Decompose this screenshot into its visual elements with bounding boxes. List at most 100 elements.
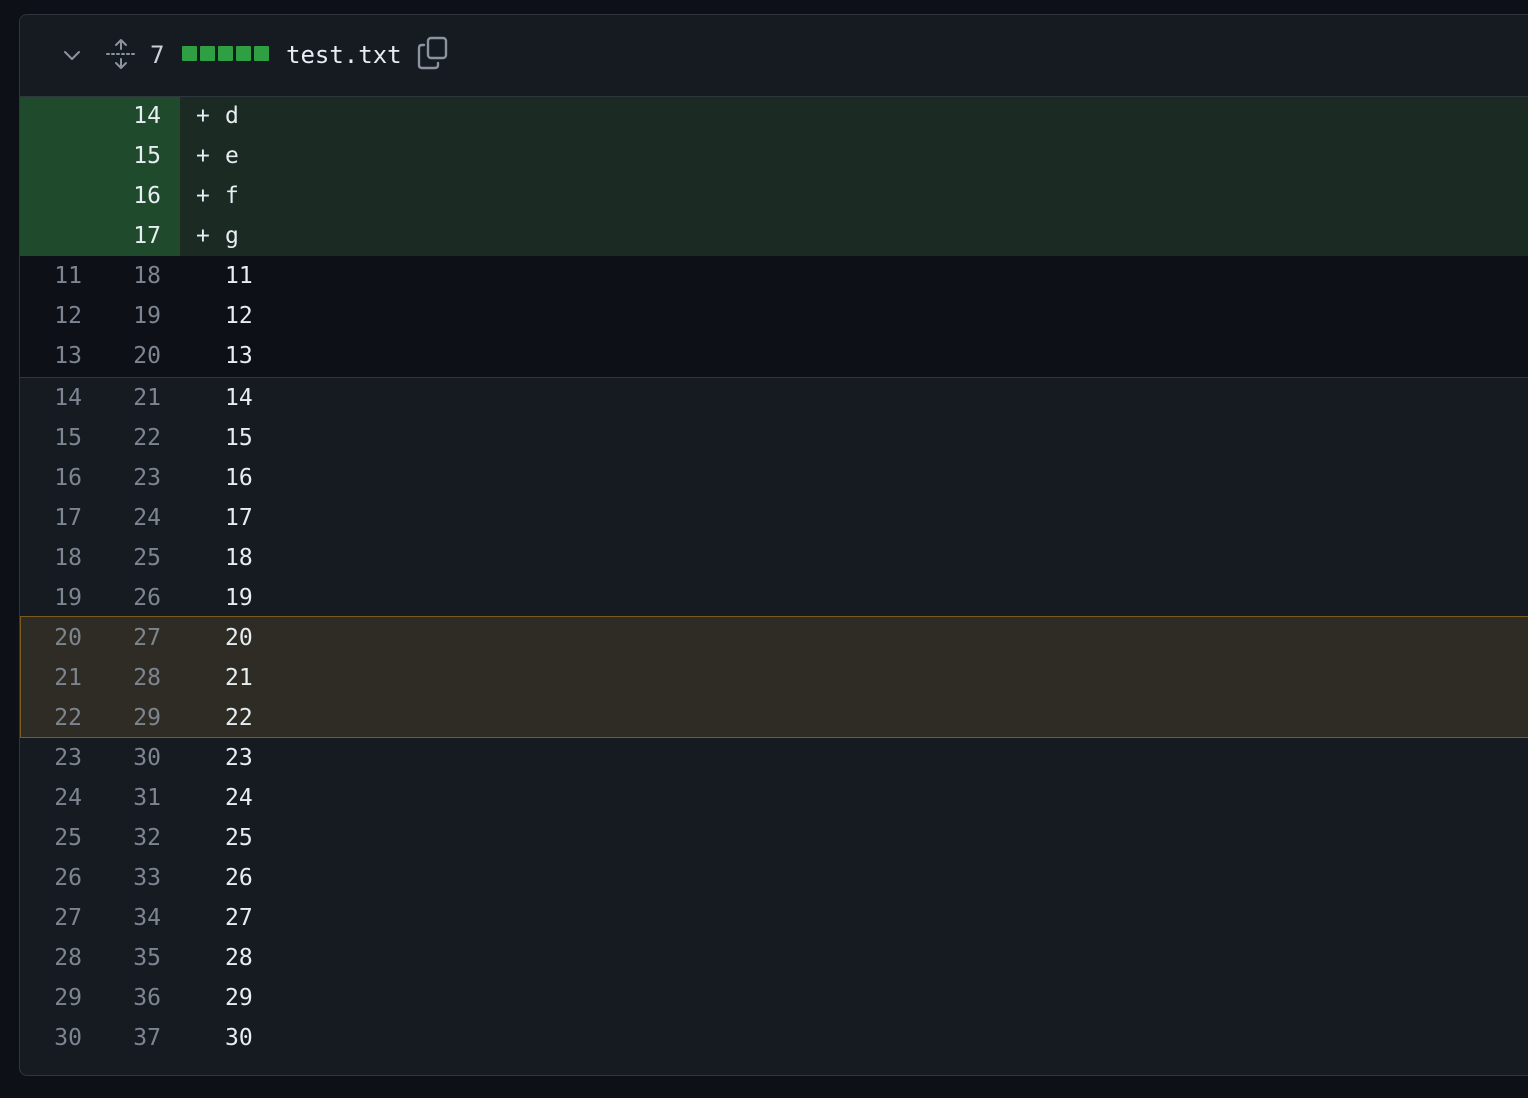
old-line-number[interactable]: 28 xyxy=(20,938,82,978)
new-line-number[interactable]: 19 xyxy=(100,296,161,336)
diffstat-block xyxy=(182,46,197,61)
new-line-number[interactable]: 29 xyxy=(100,698,161,738)
line-content: 25 xyxy=(225,825,253,851)
new-line-number[interactable]: 25 xyxy=(100,538,161,578)
new-line-number[interactable]: 34 xyxy=(100,898,161,938)
diff-row: 15 22 15 xyxy=(20,418,1528,458)
old-line-number[interactable]: 19 xyxy=(20,578,82,618)
line-content: 23 xyxy=(225,745,253,771)
new-line-number[interactable]: 35 xyxy=(100,938,161,978)
old-line-number[interactable]: 25 xyxy=(20,818,82,858)
old-line-number[interactable]: 12 xyxy=(20,296,82,336)
line-content: 21 xyxy=(225,665,253,691)
diff-row: 18 25 18 xyxy=(20,538,1528,578)
new-line-number[interactable]: 17 xyxy=(100,216,161,256)
new-line-number[interactable]: 20 xyxy=(100,336,161,376)
old-line-number[interactable]: 30 xyxy=(20,1018,82,1058)
line-content: 27 xyxy=(225,905,253,931)
diff-row: 19 26 19 xyxy=(20,578,1528,618)
diff-row: 30 37 30 xyxy=(20,1018,1528,1058)
new-line-number[interactable]: 22 xyxy=(100,418,161,458)
line-content: 28 xyxy=(225,945,253,971)
diff-row: 26 33 26 xyxy=(20,858,1528,898)
diff-marker: + xyxy=(196,143,210,169)
file-name[interactable]: test.txt xyxy=(286,39,402,71)
diff-table: 13+c14+d15+e16+f17+g11181112191213201314… xyxy=(20,56,1528,1058)
diff-row: 13 20 13 xyxy=(20,336,1528,378)
new-line-number[interactable]: 14 xyxy=(100,96,161,136)
old-line-number[interactable]: 17 xyxy=(20,498,82,538)
old-line-number[interactable]: 23 xyxy=(20,738,82,778)
new-line-number[interactable]: 32 xyxy=(100,818,161,858)
line-content: 16 xyxy=(225,465,253,491)
old-line-number[interactable]: 14 xyxy=(20,378,82,418)
file-header: 7 test.txt xyxy=(20,15,1528,97)
diff-row: 21 28 21 xyxy=(20,658,1528,698)
line-content: 12 xyxy=(225,303,253,329)
diff-row: 20 27 20 xyxy=(20,618,1528,658)
old-line-number[interactable]: 29 xyxy=(20,978,82,1018)
diff-row: 28 35 28 xyxy=(20,938,1528,978)
diffstat-block xyxy=(218,46,233,61)
old-line-number[interactable]: 27 xyxy=(20,898,82,938)
line-content: e xyxy=(225,143,239,169)
new-line-number[interactable]: 21 xyxy=(100,378,161,418)
line-content: 24 xyxy=(225,785,253,811)
new-line-number[interactable]: 24 xyxy=(100,498,161,538)
diffstat-blocks xyxy=(182,46,269,61)
diff-row: 12 19 12 xyxy=(20,296,1528,336)
line-content: d xyxy=(225,103,239,129)
new-line-number[interactable]: 27 xyxy=(100,618,161,658)
old-line-number[interactable]: 21 xyxy=(20,658,82,698)
new-line-number[interactable]: 18 xyxy=(100,256,161,296)
line-content: 15 xyxy=(225,425,253,451)
line-content: 14 xyxy=(225,385,253,411)
diff-row: 15 + e xyxy=(20,136,1528,176)
line-content: g xyxy=(225,223,239,249)
line-content: 22 xyxy=(225,705,253,731)
line-content: 18 xyxy=(225,545,253,571)
old-line-number[interactable]: 24 xyxy=(20,778,82,818)
diff-row: 14 + d xyxy=(20,96,1528,136)
new-line-number[interactable]: 23 xyxy=(100,458,161,498)
line-content: 30 xyxy=(225,1025,253,1051)
old-line-number[interactable]: 11 xyxy=(20,256,82,296)
diff-marker: + xyxy=(196,183,210,209)
diff-row: 17 + g xyxy=(20,216,1528,256)
new-line-number[interactable]: 37 xyxy=(100,1018,161,1058)
new-line-number[interactable]: 15 xyxy=(100,136,161,176)
old-line-number[interactable]: 13 xyxy=(20,336,82,376)
diff-row: 14 21 14 xyxy=(20,378,1528,418)
old-line-number[interactable]: 18 xyxy=(20,538,82,578)
line-content: 13 xyxy=(225,343,253,369)
copy-icon[interactable] xyxy=(416,35,450,71)
diffstat-block xyxy=(236,46,251,61)
old-line-number[interactable]: 26 xyxy=(20,858,82,898)
new-line-number[interactable]: 31 xyxy=(100,778,161,818)
new-line-number[interactable]: 30 xyxy=(100,738,161,778)
new-line-number[interactable]: 33 xyxy=(100,858,161,898)
diff-marker: + xyxy=(196,223,210,249)
diff-row: 16 23 16 xyxy=(20,458,1528,498)
diff-marker: + xyxy=(196,103,210,129)
line-content: 17 xyxy=(225,505,253,531)
old-line-number[interactable]: 15 xyxy=(20,418,82,458)
new-line-number[interactable]: 26 xyxy=(100,578,161,618)
line-content: 11 xyxy=(225,263,253,289)
old-line-number[interactable]: 16 xyxy=(20,458,82,498)
diff-row: 29 36 29 xyxy=(20,978,1528,1018)
diff-row: 27 34 27 xyxy=(20,898,1528,938)
new-line-number[interactable]: 16 xyxy=(100,176,161,216)
line-content: 26 xyxy=(225,865,253,891)
new-line-number[interactable]: 28 xyxy=(100,658,161,698)
diff-row: 11 18 11 xyxy=(20,256,1528,296)
old-line-number[interactable]: 20 xyxy=(20,618,82,658)
diff-row: 22 29 22 xyxy=(20,698,1528,738)
old-line-number[interactable]: 22 xyxy=(20,698,82,738)
new-line-number[interactable]: 36 xyxy=(100,978,161,1018)
diff-row: 17 24 17 xyxy=(20,498,1528,538)
line-content: f xyxy=(225,183,239,209)
diff-row: 24 31 24 xyxy=(20,778,1528,818)
chevron-down-icon[interactable] xyxy=(60,43,84,67)
unfold-icon[interactable] xyxy=(104,37,138,71)
